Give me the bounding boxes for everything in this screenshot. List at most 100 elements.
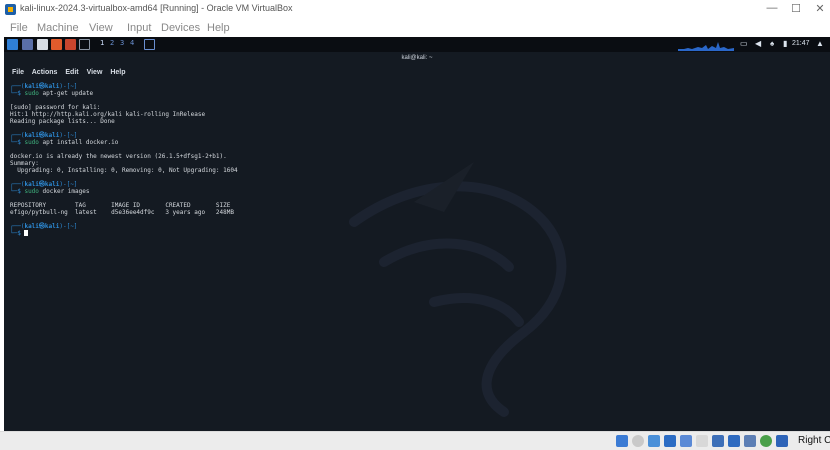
prompt-directory: )-[~] — [59, 132, 78, 139]
terminal-line: ┌──(kali㉿kali)-[~] — [10, 83, 238, 90]
terminal-line: └─$ sudo apt-get update — [10, 90, 238, 97]
command-name: sudo — [24, 139, 39, 146]
prompt-user-host: kali㉿kali — [24, 181, 60, 188]
kali-top-panel: 1 2 3 4 ▭ ◀ ♠ ▮ 21:47 ▲ — [4, 37, 830, 52]
terminal-window[interactable]: kali@kali: ~ File Actions Edit View Help… — [4, 52, 830, 431]
prompt-user-host: kali㉿kali — [24, 223, 60, 230]
command-name: sudo — [24, 90, 39, 97]
terminal-line: Hit:1 http://http.kali.org/kali kali-rol… — [10, 111, 238, 118]
guest-additions-icon[interactable] — [760, 435, 772, 447]
menu-file[interactable]: File — [10, 22, 28, 34]
command-args: apt-get update — [38, 90, 94, 97]
keyboard-capture-icon[interactable] — [776, 435, 788, 447]
prompt-frame: ┌──( — [10, 223, 25, 230]
terminal-menu-bar: File Actions Edit View Help — [12, 69, 132, 76]
hard-disk-icon[interactable] — [616, 435, 628, 447]
cpu-graph — [678, 42, 734, 51]
output-text: docker.io is already the newest version … — [10, 153, 227, 160]
maximize-button[interactable]: ☐ — [789, 2, 803, 15]
terminal-line: docker.io is already the newest version … — [10, 153, 238, 160]
output-text: REPOSITORY TAG IMAGE ID CREATED SIZE — [10, 202, 231, 209]
menu-machine[interactable]: Machine — [37, 22, 79, 34]
prompt-directory: )-[~] — [59, 223, 78, 230]
prompt-frame: ┌──( — [10, 181, 25, 188]
output-text: Hit:1 http://http.kali.org/kali kali-rol… — [10, 111, 206, 118]
output-text: [sudo] password for kali: — [10, 104, 101, 111]
host-key-label: Right C — [798, 435, 830, 446]
menu-view[interactable]: View — [89, 22, 113, 34]
terminal-line: Reading package lists... Done — [10, 118, 238, 125]
workspace-2[interactable]: 2 — [110, 39, 114, 47]
terminal-output[interactable]: ┌──(kali㉿kali)-[~] └─$ sudo apt-get updat… — [10, 83, 238, 237]
menu-devices[interactable]: Devices — [161, 22, 200, 34]
text-cursor — [24, 230, 29, 236]
firefox-icon[interactable] — [51, 39, 62, 50]
kali-menu-icon[interactable] — [7, 39, 18, 50]
usb-icon[interactable] — [680, 435, 692, 447]
terminal-line: ┌──(kali㉿kali)-[~] — [10, 223, 238, 230]
minimize-button[interactable]: — — [765, 2, 779, 14]
workspace-1[interactable]: 1 — [100, 39, 104, 47]
terminal-menu-file[interactable]: File — [12, 69, 24, 76]
prompt-user-host: kali㉿kali — [24, 83, 60, 90]
display-status-icon[interactable] — [712, 435, 724, 447]
terminal-menu-view[interactable]: View — [87, 69, 103, 76]
command-name: sudo — [24, 188, 39, 195]
terminal-menu-help[interactable]: Help — [110, 69, 125, 76]
prompt-arrow: └─$ — [10, 139, 25, 146]
audio-icon[interactable] — [648, 435, 660, 447]
terminal-menu-actions[interactable]: Actions — [32, 69, 58, 76]
terminal-menu-edit[interactable]: Edit — [65, 69, 78, 76]
file-manager-icon[interactable] — [37, 39, 48, 50]
guest-display[interactable]: 1 2 3 4 ▭ ◀ ♠ ▮ 21:47 ▲ kali@kali: ~ Fil… — [4, 37, 830, 431]
cpu-status-icon[interactable] — [744, 435, 756, 447]
prompt-directory: )-[~] — [59, 83, 78, 90]
terminal-line: └─$ — [10, 230, 238, 237]
command-args: docker images — [38, 188, 90, 195]
notification-bell-icon[interactable]: ♠ — [770, 39, 774, 48]
menu-input[interactable]: Input — [127, 22, 151, 34]
display-icon[interactable]: ▭ — [740, 39, 748, 48]
terminal-line: REPOSITORY TAG IMAGE ID CREATED SIZE — [10, 202, 238, 209]
command-args: apt install docker.io — [38, 139, 119, 146]
prompt-arrow: └─$ — [10, 90, 25, 97]
show-desktop-icon[interactable] — [22, 39, 33, 50]
recording-icon[interactable] — [728, 435, 740, 447]
vbox-status-bar: Right C — [0, 431, 830, 450]
lock-icon[interactable]: ▲ — [816, 39, 824, 48]
workspace-3[interactable]: 3 — [120, 39, 124, 47]
terminal-line: Summary: — [10, 160, 238, 167]
prompt-frame: ┌──( — [10, 132, 25, 139]
close-button[interactable]: ✕ — [813, 2, 827, 15]
output-text: Summary: — [10, 160, 39, 167]
terminal-launcher-icon[interactable] — [79, 39, 90, 50]
vbox-title-bar: kali-linux-2024.3-virtualbox-amd64 [Runn… — [0, 0, 830, 19]
network-icon[interactable] — [664, 435, 676, 447]
output-text: Reading package lists... Done — [10, 118, 115, 125]
terminal-line: ┌──(kali㉿kali)-[~] — [10, 181, 238, 188]
terminal-line: Upgrading: 0, Installing: 0, Removing: 0… — [10, 167, 237, 174]
panel-clock[interactable]: 21:47 — [792, 40, 810, 47]
prompt-directory: )-[~] — [59, 181, 78, 188]
menu-help[interactable]: Help — [207, 22, 230, 34]
prompt-frame: ┌──( — [10, 83, 25, 90]
prompt-user-host: kali㉿kali — [24, 132, 60, 139]
virtualbox-app-icon — [5, 4, 16, 15]
terminal-line: [sudo] password for kali: — [10, 104, 238, 111]
optical-drive-icon[interactable] — [632, 435, 644, 447]
vbox-menu-bar: File Machine View Input Devices Help — [0, 19, 830, 37]
burp-icon[interactable] — [65, 39, 76, 50]
terminal-window-button[interactable] — [144, 39, 155, 50]
output-text: efigo/pytbull-ng latest d5e36ee4df9c 3 y… — [10, 209, 234, 216]
battery-icon[interactable]: ▮ — [783, 39, 787, 48]
prompt-arrow: └─$ — [10, 188, 25, 195]
terminal-line: efigo/pytbull-ng latest d5e36ee4df9c 3 y… — [10, 209, 238, 216]
terminal-title: kali@kali: ~ — [401, 55, 433, 61]
volume-icon[interactable]: ◀ — [755, 39, 761, 48]
shared-folders-icon[interactable] — [696, 435, 708, 447]
workspace-4[interactable]: 4 — [130, 39, 134, 47]
